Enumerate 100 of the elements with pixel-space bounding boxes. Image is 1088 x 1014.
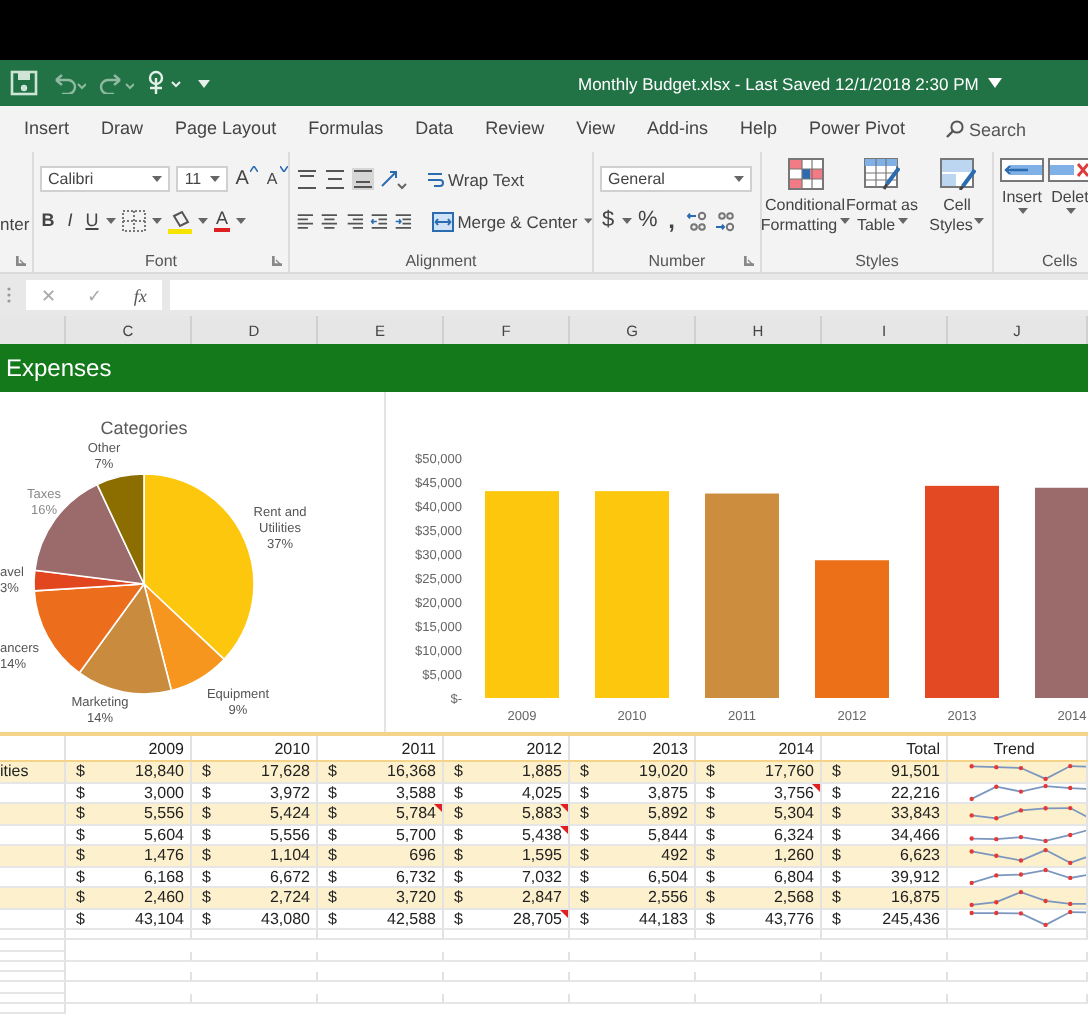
vertical-align-icon[interactable]	[324, 168, 346, 190]
vertical-align-icon[interactable]	[352, 168, 374, 190]
currency-sign: $	[832, 825, 841, 844]
ribbon-label[interactable]: nter	[0, 214, 32, 234]
ribbon-tab[interactable]: Review	[485, 113, 545, 145]
caret-icon	[897, 218, 908, 225]
cell-value: 18,840	[135, 762, 184, 781]
cell-value: 2,847	[521, 888, 562, 907]
dialog-launcher-icon[interactable]	[16, 256, 26, 266]
font-name-dropdown[interactable]: Calibri	[40, 166, 171, 192]
caret-icon[interactable]	[622, 218, 632, 224]
caret-icon[interactable]	[236, 218, 246, 224]
wrap-text-button[interactable]: Wrap Text	[426, 169, 524, 189]
ribbon-tab[interactable]: Draw	[101, 113, 144, 145]
ribbon-tab[interactable]: Insert	[24, 113, 70, 145]
redo-icon[interactable]	[98, 73, 134, 93]
caret-icon[interactable]	[106, 218, 116, 224]
currency-sign: $	[454, 888, 463, 907]
decrease-decimal-icon[interactable]	[713, 210, 736, 232]
cell-value: 4,025	[521, 783, 562, 802]
undo-icon[interactable]	[50, 73, 86, 93]
cell-value: 1,104	[269, 846, 310, 865]
caret-icon	[734, 176, 744, 182]
cell-value: 1,885	[521, 762, 562, 781]
cell-value: 6,732	[395, 867, 436, 886]
cell-value: 5,844	[647, 825, 688, 844]
orientation-icon[interactable]	[380, 168, 408, 190]
increase-decimal-icon[interactable]	[685, 210, 708, 232]
currency-sign: $	[328, 762, 337, 781]
grow-font-button[interactable]: A	[234, 168, 251, 190]
cell-value: 6,168	[143, 867, 184, 886]
cells-button[interactable]: Delet	[1048, 158, 1088, 248]
underline-button[interactable]: U	[84, 210, 100, 232]
search-field[interactable]: Search	[945, 119, 1027, 139]
currency-sign: $	[202, 804, 211, 823]
currency-sign: $	[832, 909, 841, 928]
font-color-button[interactable]: A	[214, 210, 230, 232]
ribbon-tab[interactable]: View	[576, 113, 615, 145]
vertical-align-icon[interactable]	[296, 168, 318, 190]
decrease-indent-icon[interactable]	[370, 210, 389, 232]
currency-sign: $	[454, 762, 463, 781]
currency-sign: $	[454, 825, 463, 844]
ribbon-tab[interactable]: Page Layout	[175, 113, 277, 145]
cells-button[interactable]: Insert	[1000, 158, 1044, 248]
currency-sign: $	[706, 888, 715, 907]
cell-value: 3,875	[647, 783, 688, 802]
caret-icon[interactable]	[152, 218, 162, 224]
currency-sign: $	[706, 867, 715, 886]
increase-indent-icon[interactable]	[394, 210, 414, 232]
fill-bucket-icon[interactable]	[168, 209, 192, 233]
currency-sign: $	[202, 909, 211, 928]
down-caret-icon	[280, 166, 288, 172]
ribbon-tab[interactable]: Add-ins	[646, 113, 708, 145]
ribbon-tab[interactable]: Power Pivot	[809, 113, 906, 145]
cell-value: 43,776	[765, 909, 814, 928]
insert-function-button[interactable]: fx	[133, 285, 147, 305]
caret-icon[interactable]	[198, 218, 208, 224]
cell-value: 5,604	[143, 825, 184, 844]
currency-sign: $	[328, 804, 337, 823]
caret-icon	[1017, 207, 1027, 213]
cell-value: 492	[661, 846, 688, 865]
currency-sign: $	[202, 825, 211, 844]
style-button[interactable]: Cell Styles	[922, 158, 992, 248]
currency-sign: $	[76, 804, 85, 823]
group-label: Number	[648, 251, 706, 269]
ribbon-tab[interactable]: Help	[740, 113, 778, 145]
cell-value: 2,724	[269, 888, 310, 907]
currency-button[interactable]: $	[600, 210, 616, 232]
cell-value: 5,424	[269, 804, 310, 823]
number-format-dropdown[interactable]: General	[600, 166, 752, 192]
caret-icon[interactable]	[583, 218, 592, 224]
cell-value: 42,588	[387, 909, 436, 928]
font-size-dropdown[interactable]: 11	[176, 166, 229, 192]
percent-button[interactable]: %	[638, 210, 658, 232]
currency-sign: $	[580, 909, 589, 928]
horizontal-align-icon[interactable]	[345, 210, 365, 232]
caret-icon[interactable]	[198, 79, 210, 87]
dialog-launcher-icon[interactable]	[272, 256, 282, 266]
cell-value: 3,972	[269, 783, 310, 802]
ribbon-tab[interactable]: Data	[415, 113, 454, 145]
shrink-font-button[interactable]: A	[264, 168, 281, 190]
currency-sign: $	[832, 846, 841, 865]
window-title: Monthly Budget.xlsx - Last Saved 12/1/2018 2:30 PM	[578, 73, 979, 93]
ribbon-tab[interactable]: Formulas	[308, 113, 384, 145]
horizontal-align-icon[interactable]	[320, 210, 340, 232]
currency-sign: $	[454, 909, 463, 928]
comma-button[interactable]: ,	[663, 210, 680, 232]
currency-sign: $	[202, 846, 211, 865]
currency-sign: $	[454, 804, 463, 823]
caret-icon[interactable]	[988, 78, 1003, 88]
dialog-launcher-icon[interactable]	[744, 256, 754, 266]
total-value: 16,875	[891, 888, 940, 907]
borders-icon[interactable]	[122, 210, 146, 232]
italic-button[interactable]: I	[62, 210, 78, 232]
style-button[interactable]: Format as Table	[846, 158, 919, 248]
bold-button[interactable]: B	[40, 210, 56, 232]
grip-icon[interactable]	[6, 286, 12, 304]
save-icon[interactable]	[10, 70, 38, 96]
horizontal-align-icon[interactable]	[296, 210, 315, 232]
merge-center-button[interactable]: Merge & Center	[431, 211, 578, 231]
